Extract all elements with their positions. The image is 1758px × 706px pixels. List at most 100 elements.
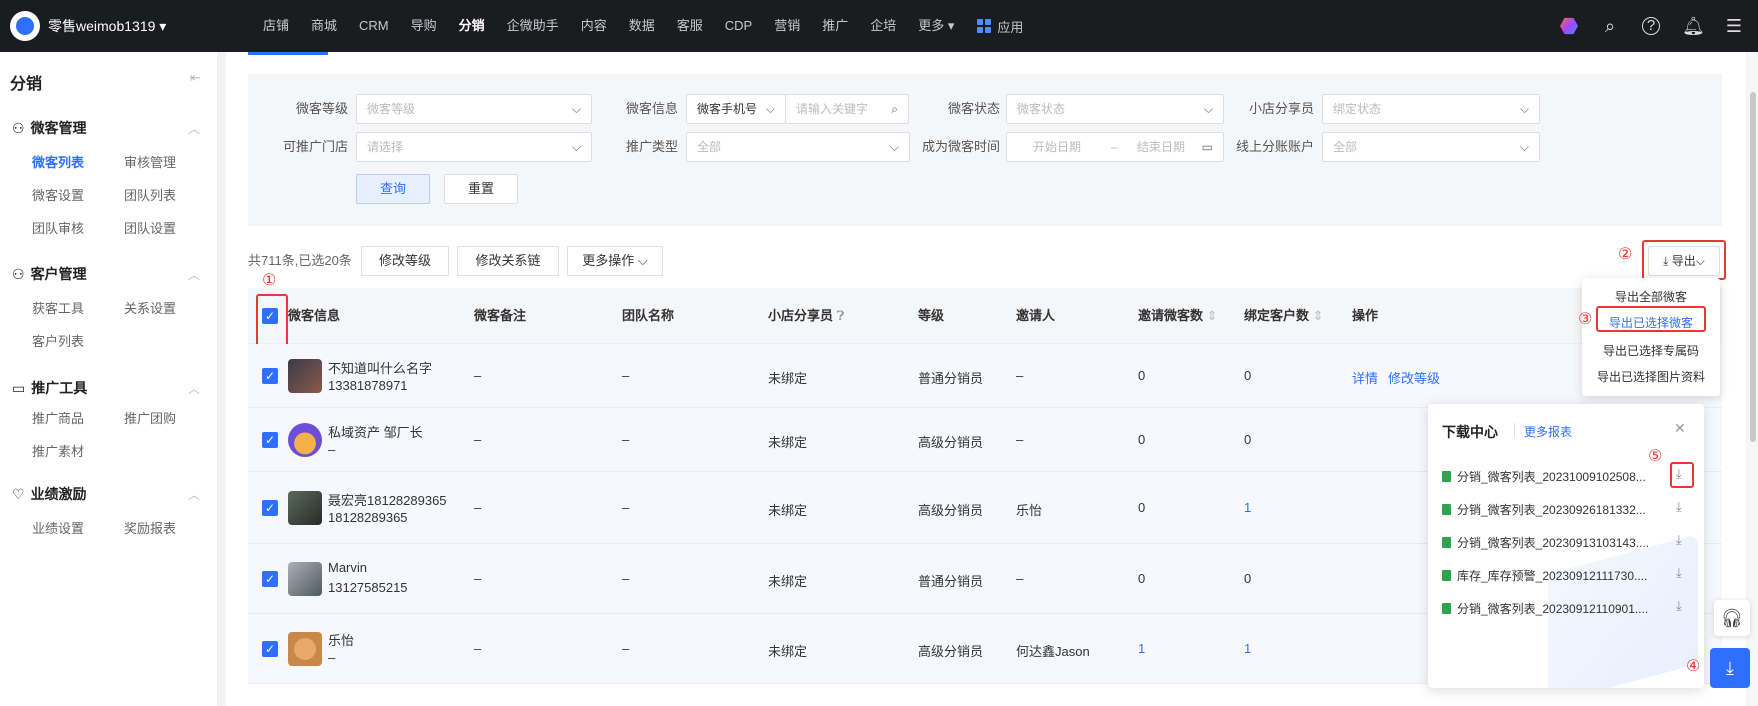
nav-mall[interactable]: 商城 [300,0,348,52]
reset-button[interactable]: 重置 [444,174,518,204]
edit-level-button[interactable]: 修改等级 [361,246,449,276]
member-team: – [622,500,630,515]
detail-link[interactable]: 详情 [1352,368,1378,387]
nav-wecom-assistant[interactable]: 企微助手 [496,0,570,52]
nav-distribution[interactable]: 分销 [448,0,496,52]
download-icon[interactable]: ⤓ [1676,565,1682,581]
member-invites: 0 [1138,500,1146,515]
nav-cdp[interactable]: CDP [714,0,763,52]
nav-crm[interactable]: CRM [348,0,400,52]
nav-training[interactable]: 企培 [859,0,907,52]
weimob-logo-icon[interactable] [10,11,40,41]
date-range-picker[interactable]: 开始日期 – 结束日期 ▭ [1006,132,1224,162]
info-icon[interactable]: ❓︎ [833,308,845,323]
sidebar-item-team-settings[interactable]: 团队设置 [124,218,176,237]
help-icon[interactable]: ? [1642,17,1660,35]
nav-promotion[interactable]: 推广 [811,0,859,52]
ai-assistant-icon[interactable] [1560,17,1578,35]
sidebar-item-promo-group-buy[interactable]: 推广团购 [124,408,176,427]
sidebar-item-team-review[interactable]: 团队审核 [32,218,84,237]
store-select[interactable]: 请选择 ⌵ [356,132,592,162]
more-reports-link[interactable]: 更多报表 [1524,423,1572,440]
bell-icon[interactable]: 🔔︎ [1682,16,1705,36]
sidebar-group-customer[interactable]: ⚇ 客户管理 ︿ [12,264,200,284]
sort-icon[interactable]: ⇕ [1309,308,1324,323]
member-inviter: – [1016,571,1024,586]
sidebar-group-promo-tools[interactable]: ▭ 推广工具 ︿ [12,378,200,398]
sidebar-item-promo-material[interactable]: 推广素材 [32,441,84,460]
info-type-value: 微客手机号 [697,102,758,116]
col-team: 团队名称 [622,308,675,323]
member-phone: 18128289365 [328,510,408,525]
close-icon[interactable]: ✕ [1674,420,1686,437]
query-button[interactable]: 查询 [356,174,430,204]
apps-button[interactable]: 应用 [977,17,1023,36]
member-team: – [622,641,630,656]
export-selected-code-option[interactable]: 导出已选择专属码 [1582,342,1720,359]
download-icon[interactable]: ⤓ [1676,598,1682,614]
row-checkbox[interactable]: ✓ [262,571,278,587]
customer-service-icon[interactable]: 🎧︎ [1714,600,1750,636]
avatar [288,562,322,596]
sidebar-item-promo-goods[interactable]: 推广商品 [32,408,84,427]
member-phone: – [328,650,336,665]
row-checkbox[interactable]: ✓ [262,368,278,384]
nav-service[interactable]: 客服 [666,0,714,52]
member-phone: 13381878971 [328,378,408,393]
row-checkbox[interactable]: ✓ [262,432,278,448]
level-select[interactable]: 微客等级 ⌵ [356,94,592,124]
col-bound-label: 绑定客户数 [1244,308,1310,323]
sort-icon[interactable]: ⇕ [1203,308,1218,323]
sidebar-item-reward-report[interactable]: 奖励报表 [124,518,176,537]
sharer-select[interactable]: 绑定状态 ⌵ [1322,94,1540,124]
row-checkbox[interactable]: ✓ [262,641,278,657]
download-icon[interactable]: ⤓ [1676,532,1682,548]
member-bound: 0 [1244,368,1252,383]
edit-level-link[interactable]: 修改等级 [1388,368,1440,387]
status-select[interactable]: 微客状态 ⌵ [1006,94,1224,124]
col-inviter: 邀请人 [1016,308,1056,323]
download-center-button[interactable]: ⤓ [1710,648,1750,688]
sidebar-item-relation-settings[interactable]: 关系设置 [124,298,176,317]
export-all-option[interactable]: 导出全部微客 [1582,288,1720,305]
collapse-sidebar-icon[interactable]: ⇤ [190,70,201,86]
sidebar-group-member[interactable]: ⚇ 微客管理 ︿ [12,118,200,138]
nav-data[interactable]: 数据 [618,0,666,52]
menu-icon[interactable]: ☰ [1724,16,1744,36]
nav-more[interactable]: 更多 ▾ [907,0,965,52]
account-switcher[interactable]: 零售weimob1319 ▾ [48,16,228,36]
nav-content[interactable]: 内容 [570,0,618,52]
promo-type-select[interactable]: 全部 ⌵ [686,132,910,162]
sidebar-item-member-list[interactable]: 微客列表 [32,152,84,171]
sidebar-item-member-settings[interactable]: 微客设置 [32,185,84,204]
sidebar-item-team-list[interactable]: 团队列表 [124,185,176,204]
col-invites[interactable]: 邀请微客数 ⇕ [1138,288,1218,344]
search-icon[interactable]: ⌕ [1600,16,1620,36]
member-invites[interactable]: 1 [1138,641,1145,656]
keyword-input[interactable]: 请输入关键字 ⌕ [785,94,909,124]
account-select[interactable]: 全部 ⌵ [1322,132,1540,162]
nav-store[interactable]: 店铺 [252,0,300,52]
sidebar-group-incentive[interactable]: ♡ 业绩激励 ︿ [12,484,200,504]
nav-guide[interactable]: 导购 [400,0,448,52]
scrollbar-thumb[interactable] [1750,92,1756,442]
nav-marketing[interactable]: 营销 [763,0,811,52]
more-ops-button[interactable]: 更多操作 ⌵ [567,246,663,276]
member-bound[interactable]: 1 [1244,641,1251,656]
row-checkbox[interactable]: ✓ [262,500,278,516]
filter-store-label: 可推广门店 [282,139,348,154]
filter-sharer-label: 小店分享员 [1248,101,1314,116]
filter-time-label: 成为微客时间 [921,139,1000,154]
sidebar-group-label: 推广工具 [31,380,88,396]
sidebar-item-review[interactable]: 审核管理 [124,152,176,171]
search-icon[interactable]: ⌕ [891,95,898,123]
member-bound[interactable]: 1 [1244,500,1251,515]
sidebar-item-customer-list[interactable]: 客户列表 [32,331,84,350]
sidebar-item-performance-settings[interactable]: 业绩设置 [32,518,84,537]
info-type-select[interactable]: 微客手机号 ⌵ [686,94,786,124]
col-bound[interactable]: 绑定客户数 ⇕ [1244,288,1324,344]
download-icon[interactable]: ⤓ [1676,499,1682,515]
edit-relation-button[interactable]: 修改关系链 [457,246,559,276]
sidebar-item-acquisition-tools[interactable]: 获客工具 [32,298,84,317]
export-selected-images-option[interactable]: 导出已选择图片资料 [1582,368,1720,385]
